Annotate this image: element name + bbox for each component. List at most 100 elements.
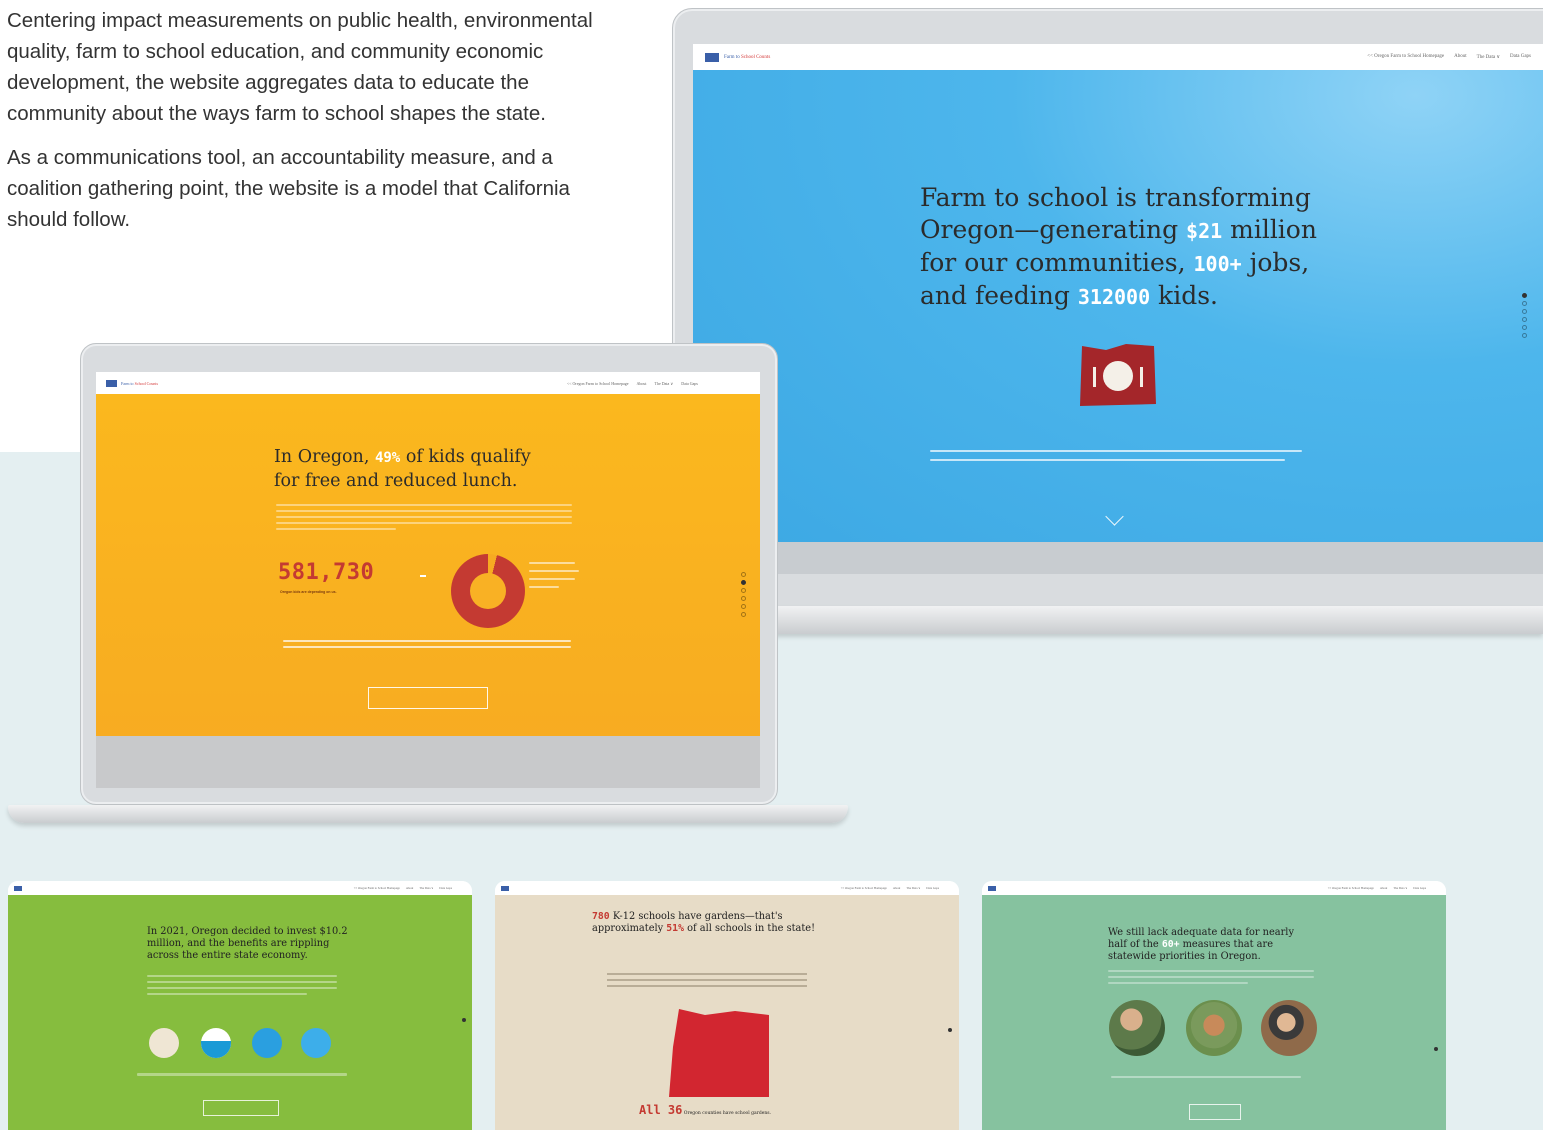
hero-footnote-line-2 — [930, 459, 1285, 461]
slide-dot[interactable] — [1522, 301, 1527, 306]
chevron-down-icon[interactable] — [1105, 507, 1124, 526]
nav-about-link[interactable]: About — [893, 886, 901, 890]
nav-data-gaps-link[interactable]: Data Gaps — [681, 381, 698, 386]
slide-dot[interactable] — [1522, 333, 1527, 338]
hero-footnote-line-1 — [930, 450, 1302, 452]
card-button[interactable] — [1189, 1104, 1241, 1120]
site-nav: Farm to School Counts << Oregon Farm to … — [96, 372, 760, 394]
slide-dot[interactable] — [948, 1028, 952, 1032]
laptop-large-base — [672, 606, 1543, 634]
kids-count: 581,730 — [278, 560, 375, 585]
slide-dot[interactable] — [462, 1018, 466, 1022]
card-footer: All 36 Oregon counties have school garde… — [639, 1103, 772, 1117]
slide-dot[interactable] — [741, 572, 746, 577]
site-logo[interactable]: Farm to School Counts — [705, 52, 770, 62]
photo-students-icon — [1261, 1000, 1317, 1056]
donut-chart — [451, 554, 525, 628]
nav-about-link[interactable]: About — [637, 381, 647, 386]
oregon-logo-icon — [501, 885, 509, 891]
slide-dot[interactable] — [1522, 309, 1527, 314]
slide-dot[interactable] — [741, 612, 746, 617]
nav-about-link[interactable]: About — [1454, 54, 1467, 60]
site-logo[interactable]: Farm to School Counts — [106, 379, 158, 387]
nav-data-gaps-link[interactable]: Data Gaps — [1413, 886, 1426, 890]
nav-data-link[interactable]: The Data ∨ — [655, 381, 674, 386]
arrow-right-icon — [420, 575, 426, 577]
slide-dot[interactable] — [1522, 317, 1527, 322]
stat-percent: 49% — [374, 450, 401, 466]
stat-counties: All 36 — [639, 1103, 683, 1117]
photo-group-icon — [1186, 1000, 1242, 1056]
slide-dot[interactable] — [1522, 293, 1527, 298]
oregon-logo-icon — [14, 885, 22, 891]
donut-caption-line — [529, 562, 575, 564]
kids-count-label: Oregon kids are depending on us. — [280, 590, 337, 594]
nav-data-link[interactable]: The Data ∨ — [1477, 54, 1500, 60]
stat-jobs: 100+ — [1193, 252, 1242, 276]
stat-percent: 51% — [666, 922, 684, 934]
hero-headline: Farm to school is transforming Oregon—ge… — [920, 183, 1317, 310]
screenshot-card-green: << Oregon Farm to School Homepage About … — [8, 881, 472, 1130]
photo-child-icon — [1109, 1000, 1165, 1056]
ripple-icon — [252, 1028, 282, 1058]
intro-paragraph-2: As a communications tool, an accountabil… — [7, 146, 570, 231]
nav-data-gaps-link[interactable]: Data Gaps — [1510, 54, 1531, 60]
oregon-logo-icon — [705, 52, 719, 62]
learn-more-button[interactable] — [368, 687, 488, 709]
site-nav: << Oregon Farm to School Homepage About … — [8, 881, 472, 895]
hero-orange: In Oregon, 49% of kids qualify for free … — [96, 394, 760, 788]
site-nav: Farm to School Counts << Oregon Farm to … — [693, 44, 1543, 70]
body-text-line — [276, 522, 572, 524]
slide-dots — [741, 572, 746, 617]
slide-dot[interactable] — [741, 604, 746, 609]
stat-schools: 780 — [592, 911, 610, 922]
hero-blue: Farm to school is transforming Oregon—ge… — [693, 70, 1543, 574]
slide-dot[interactable] — [741, 588, 746, 593]
oregon-logo-icon — [106, 379, 117, 387]
card-title: 780 K-12 schools have gardens—that's app… — [592, 911, 816, 934]
footnote-line — [283, 646, 571, 648]
ripple-icon — [301, 1028, 331, 1058]
nav-links: << Oregon Farm to School Homepage About … — [1367, 54, 1531, 60]
water-icon — [201, 1028, 231, 1058]
body-text-line — [276, 510, 572, 512]
slide-dot[interactable] — [1434, 1047, 1438, 1051]
laptop-medium-screen: Farm to School Counts << Oregon Farm to … — [96, 372, 760, 788]
screen-bottom-bar — [693, 542, 1543, 574]
nav-data-link[interactable]: The Data ∨ — [906, 886, 920, 890]
nav-links: << Oregon Farm to School Homepage About … — [567, 381, 698, 386]
oregon-map — [669, 1009, 769, 1097]
hero-headline: In Oregon, 49% of kids qualify for free … — [274, 447, 531, 491]
card-title: We still lack adequate data for nearly h… — [1108, 927, 1294, 962]
laptop-medium-base — [8, 805, 848, 823]
laptop-large-screen: Farm to School Counts << Oregon Farm to … — [693, 44, 1543, 574]
screenshot-card-beige: << Oregon Farm to School Homepage About … — [495, 881, 959, 1130]
nav-data-gaps-link[interactable]: Data Gaps — [926, 886, 939, 890]
slide-dot[interactable] — [741, 596, 746, 601]
card-button[interactable] — [203, 1100, 279, 1116]
card-title: In 2021, Oregon decided to invest $10.2 … — [147, 926, 348, 961]
stat-kids: 312000 — [1077, 285, 1151, 309]
nav-about-link[interactable]: About — [1380, 886, 1388, 890]
footnote-line — [283, 640, 571, 642]
site-nav: << Oregon Farm to School Homepage About … — [982, 881, 1446, 895]
nav-data-link[interactable]: The Data ∨ — [1393, 886, 1407, 890]
slide-dot[interactable] — [1522, 325, 1527, 330]
slide-dots — [1522, 293, 1527, 338]
oregon-logo-icon — [988, 885, 996, 891]
nav-homepage-link[interactable]: << Oregon Farm to School Homepage — [567, 381, 629, 386]
stat-money: $21 — [1186, 219, 1223, 243]
nav-homepage-link[interactable]: << Oregon Farm to School Homepage — [1328, 886, 1374, 890]
nav-homepage-link[interactable]: << Oregon Farm to School Homepage — [354, 886, 400, 890]
nav-homepage-link[interactable]: << Oregon Farm to School Homepage — [841, 886, 887, 890]
nav-homepage-link[interactable]: << Oregon Farm to School Homepage — [1367, 54, 1444, 60]
nav-about-link[interactable]: About — [406, 886, 414, 890]
donut-caption-line — [529, 578, 575, 580]
intro-text: Centering impact measurements on public … — [7, 5, 607, 248]
donut-caption-line — [529, 570, 579, 572]
nav-data-link[interactable]: The Data ∨ — [419, 886, 433, 890]
nav-data-gaps-link[interactable]: Data Gaps — [439, 886, 452, 890]
body-text-line — [276, 528, 396, 530]
slide-dot[interactable] — [741, 580, 746, 585]
stat-measures: 60+ — [1161, 938, 1180, 950]
